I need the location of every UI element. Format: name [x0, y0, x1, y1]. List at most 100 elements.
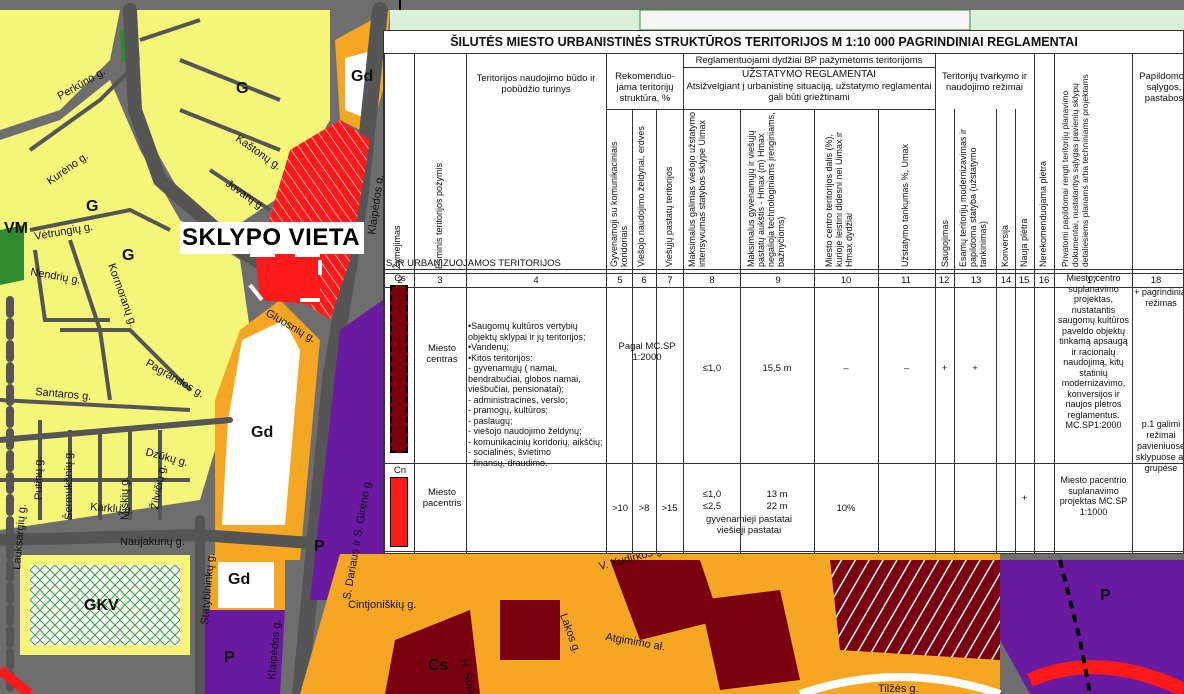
header-c14: Konversija	[1000, 224, 1010, 267]
zone-g2: G	[86, 198, 98, 215]
row-cn-c17: Miesto pacentrio suplanavimo projektas M…	[1059, 475, 1128, 517]
zone-gd3: Gd	[228, 571, 250, 588]
zone-vm: VM	[4, 220, 28, 237]
use-item: •Vandenų;	[468, 342, 510, 352]
header-c13: Esamų teritorijų modernizavimas ir papil…	[958, 128, 988, 267]
grid-line	[878, 109, 879, 553]
header-regulated-sub: UŽSTATYMO REGLAMENTAI	[742, 69, 876, 80]
header-regulated: Reglamentuojami dydžiai BP pažymėtoms te…	[695, 55, 923, 66]
col-num: 5	[617, 275, 623, 286]
col-num: 3	[437, 275, 443, 286]
header-c2: Žymėjimas	[392, 225, 402, 269]
zone-gkv: GKV	[84, 597, 119, 614]
col-num: 15	[1018, 275, 1030, 286]
grid-line	[1015, 109, 1016, 553]
row-cn-swatch	[390, 477, 408, 547]
use-item: •Saugomų kultūros vertybių objektų sklyp…	[468, 321, 586, 342]
header-c7: Viešųjų pastatų teritorijos	[664, 166, 674, 267]
row-cs-c11: –	[903, 363, 910, 374]
col-num: 4	[533, 275, 539, 286]
zone-g1: G	[236, 80, 248, 97]
col-num: 12	[938, 275, 950, 286]
grid-line	[683, 53, 684, 553]
zone-cs: Cs	[428, 657, 449, 674]
row-cs-code: Cs	[394, 273, 406, 284]
grid-line	[814, 109, 815, 553]
zone-p2: P	[224, 649, 235, 666]
header-transform: Teritorijų tvarkymo ir naudojimo režimai	[942, 71, 1027, 93]
top-strip-green	[639, 9, 971, 31]
header-c5: Gyvenamoji su komunikaciniais koridoriai…	[609, 141, 629, 267]
row-cs-c13: +	[972, 363, 978, 374]
header-c16: Nerekomenduojama plėtra	[1038, 160, 1048, 267]
use-item: - pramogų, kultūros;	[468, 405, 549, 415]
use-item: - viešojo naudojimo želdynų;	[468, 426, 582, 436]
grid-line	[656, 109, 657, 553]
row-cn-c5: >10	[611, 503, 629, 514]
col-num: 13	[970, 275, 982, 286]
grid-line	[996, 109, 997, 553]
row-cs-c17: Miesto centro suplanavimo projektas, nus…	[1057, 273, 1130, 430]
row-cs-uses: •Saugomų kultūros vertybių objektų sklyp…	[468, 321, 606, 468]
row-cn-c10: 10%	[836, 503, 856, 514]
col-num: 10	[840, 275, 852, 286]
regulations-table-panel: ŠILUTĖS MIESTO URBANISTINĖS STRUKTŪROS T…	[383, 30, 1184, 554]
header-c15: Nauja plėtra	[1019, 218, 1029, 267]
table-title: ŠILUTĖS MIESTO URBANISTINĖS STRUKTŪROS T…	[450, 35, 1078, 49]
row-cs-structure: Pagal MC.SP 1:2000	[618, 341, 676, 363]
grid-line	[632, 109, 633, 553]
header-c12: Saugojimas	[940, 219, 950, 267]
row-cn-hmax1: 13 m	[766, 489, 788, 500]
row-cs-c10: –	[843, 363, 849, 374]
row-cs-c18b: p.1 galimi režimai pavieniuose sklypuose…	[1135, 419, 1184, 473]
header-extra: Papildomos sąlygos, pastabos	[1139, 71, 1184, 104]
grid-line	[466, 53, 467, 553]
col-num: 18	[1150, 275, 1162, 286]
row-cs-hmax: 15,5 m	[762, 363, 792, 374]
grid-line	[1132, 53, 1133, 553]
row-cn-note2: viešieji pastatai	[716, 525, 782, 536]
grid-line	[1054, 53, 1055, 553]
street-naujakuriu: Naujakurių g.	[120, 536, 185, 548]
row-cn-uimax1: ≤1,0	[702, 489, 722, 500]
header-c9: Maksimalus gyvenamųjų ir viešųjų pastatų…	[746, 112, 786, 267]
street-tilzes: Tilžės g.	[878, 683, 919, 694]
row-cn-hmax2: 22 m	[766, 501, 788, 512]
col-num: 11	[901, 275, 911, 286]
use-item: - komunikacinių koridorių, aikščių;	[468, 436, 603, 447]
row-cn-c6: >8	[638, 503, 650, 514]
grid-line	[384, 551, 1183, 552]
row-cn-code: Cn	[393, 465, 407, 476]
row-cs-uimax: ≤1,0	[702, 363, 722, 374]
col-num: 14	[1000, 275, 1012, 286]
row-cn-note1: gyvenamieji pastatai	[705, 514, 793, 525]
row-cn-c7: >15	[661, 503, 678, 514]
row-cs-c12: +	[941, 363, 948, 374]
grid-line	[935, 53, 936, 553]
use-item: - paslaugų;	[468, 415, 513, 426]
row-cs-swatch	[390, 285, 408, 453]
zone-g3: G	[122, 247, 134, 264]
use-item: - gyvenamųjų ( namai, bendrabučiai, glob…	[468, 363, 581, 394]
header-recommended: Rekomenduo-jama teritorijų struktūra, %	[615, 71, 675, 104]
use-item: - administracinės, verslo;	[468, 394, 568, 405]
use-item: - finansų, draudimo.	[468, 457, 548, 468]
header-use: Teritorijos naudojimo būdo ir pobūdžio t…	[476, 73, 596, 95]
row-cn-c15: +	[1021, 493, 1028, 504]
street-sermuksniu: Šermukšnių g.	[62, 450, 75, 520]
col-num: 9	[775, 275, 781, 286]
row-cn-uimax2: ≤2,5	[702, 501, 722, 512]
zone-p3: P	[1100, 587, 1111, 604]
grid-line	[1034, 53, 1035, 553]
use-item: •Kitos teritorijos:	[468, 352, 533, 363]
col-num: 6	[641, 275, 647, 286]
header-c3: Esminis teritorijos požymis	[434, 162, 444, 269]
use-item: - socialinės, švietimo	[468, 447, 552, 457]
site-area	[255, 250, 320, 305]
zone-p1: P	[314, 538, 325, 555]
cs-zone-2	[500, 600, 560, 660]
zone-gd1: Gd	[351, 68, 373, 85]
zone-gd2: Gd	[251, 424, 273, 441]
header-c8: Maksimalus galimas viešojo užstatymo int…	[687, 111, 707, 267]
grid-line	[606, 53, 607, 553]
